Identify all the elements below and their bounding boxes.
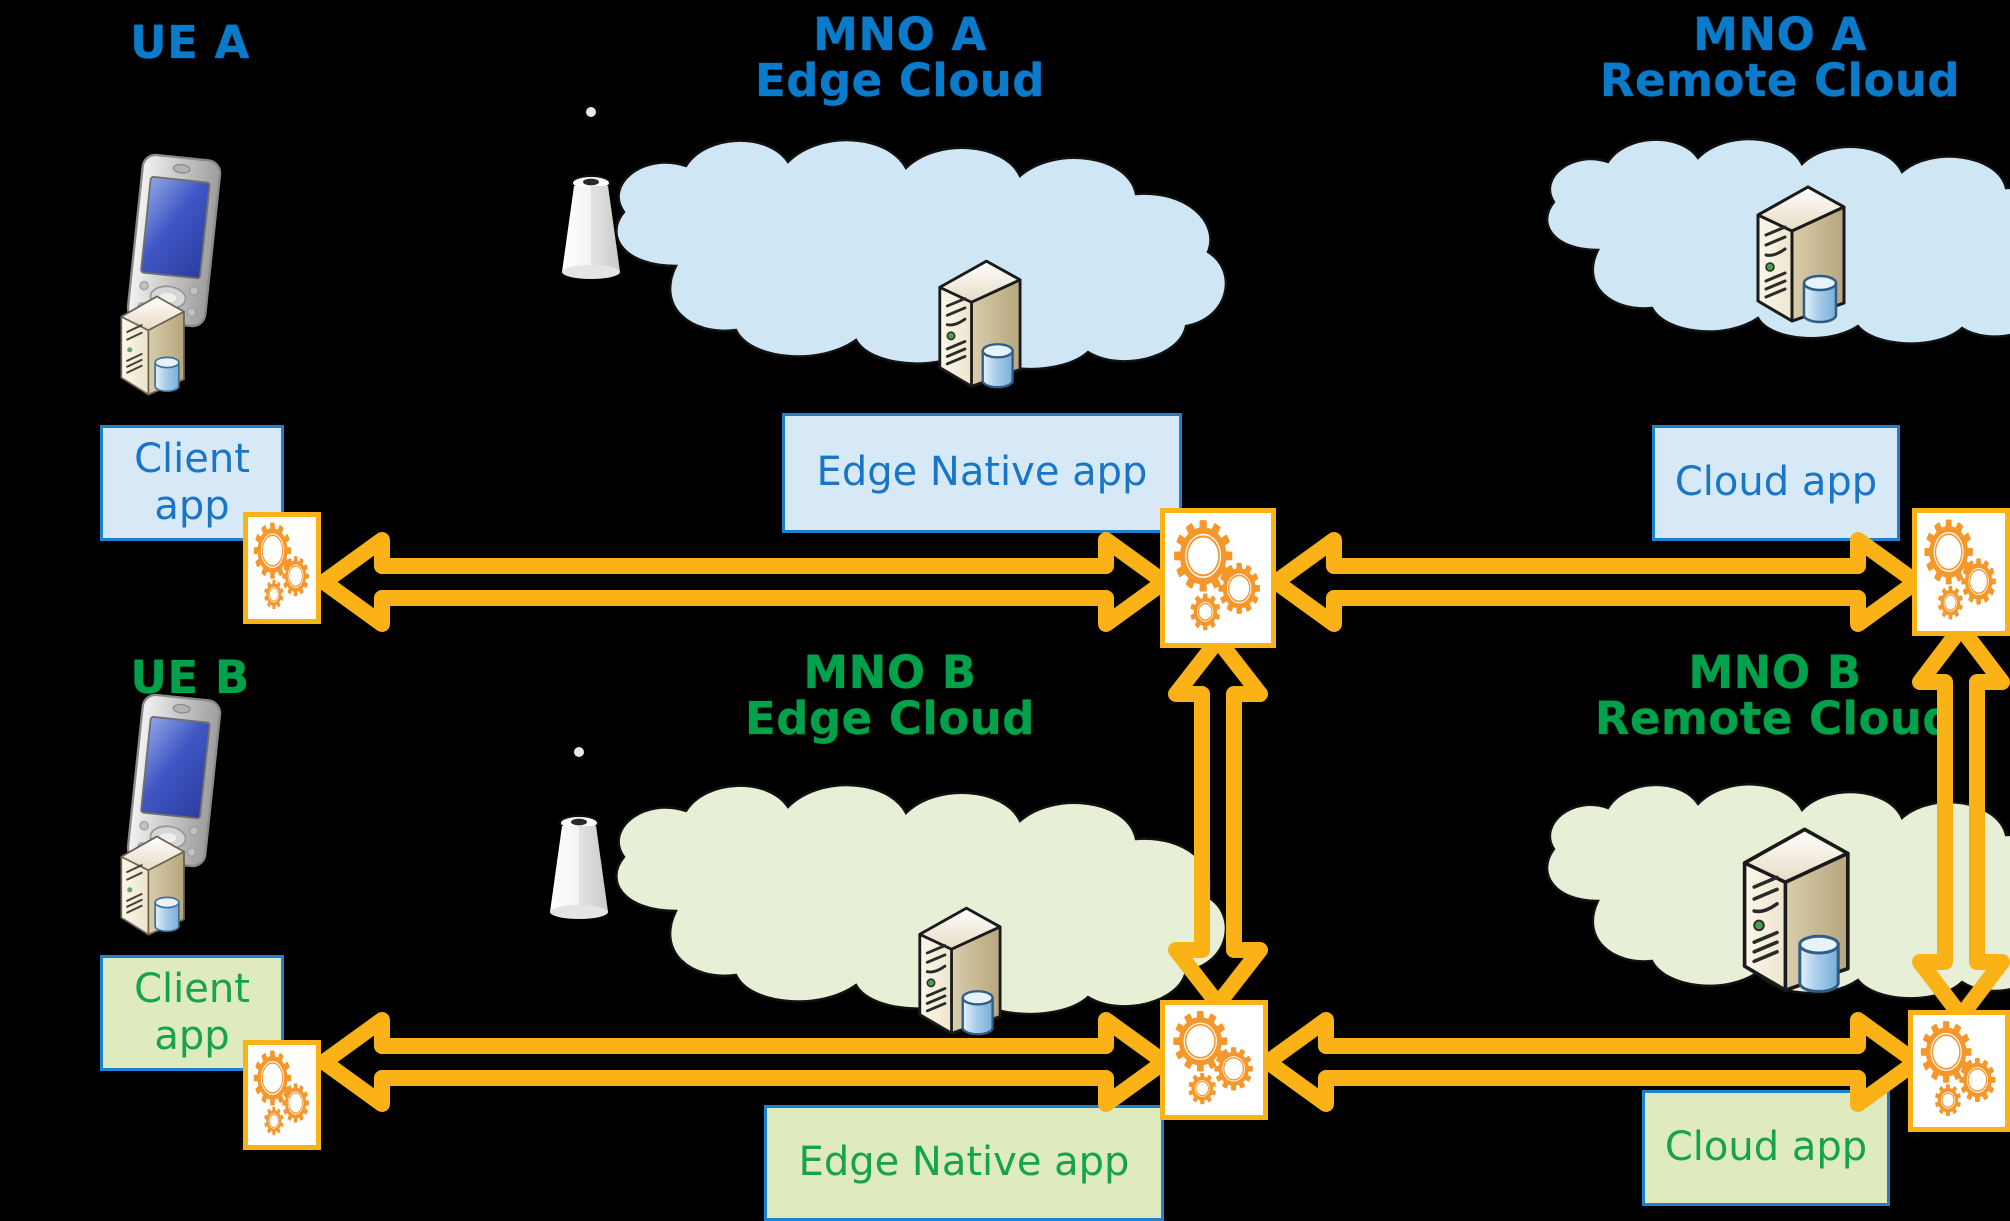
server-icon-remote-a: [1735, 175, 1865, 325]
gears-icon-ue-b[interactable]: [243, 1040, 321, 1150]
server-icon-ue-a: [108, 288, 204, 398]
gears-icon-remote-a[interactable]: [1912, 508, 2010, 636]
heading-mno-a-remote-cloud: MNO A Remote Cloud: [1599, 8, 1961, 107]
arrow-ue-b-to-edge-b: [316, 1012, 1172, 1112]
heading-mno-a-edge-cloud: MNO A Edge Cloud: [755, 8, 1045, 107]
diagram-canvas: UE A MNO A Edge Cloud MNO A Remote Cloud…: [0, 0, 2010, 1221]
app-box-cloud-app-a: Cloud app: [1652, 425, 1900, 541]
heading-ue-a: UE A: [130, 16, 250, 69]
heading-mno-b-edge-cloud: MNO B Edge Cloud: [745, 646, 1035, 745]
gears-icon-ue-a[interactable]: [243, 512, 321, 624]
arrow-edge-a-to-remote-a: [1268, 532, 1924, 632]
cell-tower-antenna-icon-a: [552, 100, 630, 280]
arrow-ue-a-to-edge-a: [316, 532, 1172, 632]
cell-tower-antenna-icon-b: [540, 740, 618, 920]
gears-icon-edge-a[interactable]: [1160, 508, 1276, 648]
server-icon-remote-b: [1720, 815, 1870, 995]
server-icon-edge-a: [920, 250, 1038, 390]
gears-icon-edge-b[interactable]: [1160, 1000, 1268, 1120]
arrow-edge-b-to-remote-b: [1260, 1012, 1924, 1112]
app-box-edge-native-app-b: Edge Native app: [764, 1105, 1164, 1221]
app-box-edge-native-app-a: Edge Native app: [782, 413, 1182, 533]
server-icon-ue-b: [108, 828, 204, 938]
arrow-edge-a-to-edge-b-federation: [1168, 632, 1268, 1012]
gears-icon-remote-b[interactable]: [1908, 1010, 2010, 1132]
arrow-remote-a-to-remote-b-federation: [1912, 620, 2010, 1024]
